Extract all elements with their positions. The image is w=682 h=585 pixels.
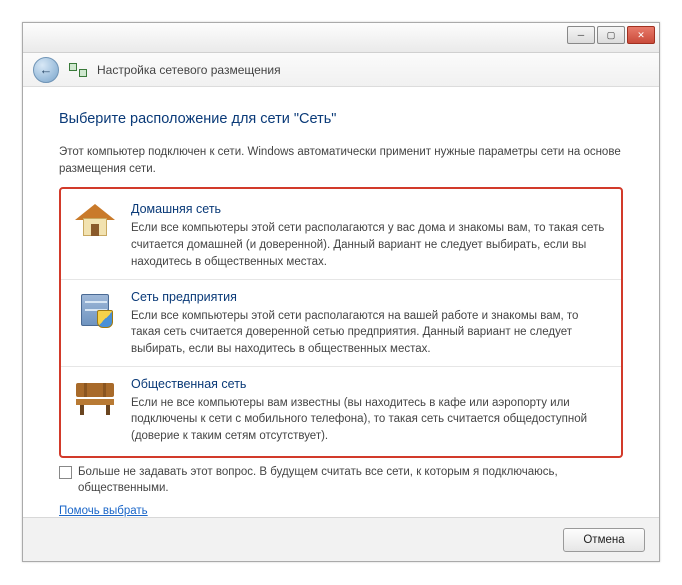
option-title: Домашняя сеть xyxy=(131,200,609,218)
option-body: Сеть предприятия Если все компьютеры это… xyxy=(131,288,609,358)
option-body: Общественная сеть Если не все компьютеры… xyxy=(131,375,609,445)
option-work-network[interactable]: Сеть предприятия Если все компьютеры это… xyxy=(61,280,621,367)
option-home-network[interactable]: Домашняя сеть Если все компьютеры этой с… xyxy=(61,192,621,279)
dialog-window: ─ ▢ ✕ ← Настройка сетевого размещения Вы… xyxy=(22,22,660,562)
network-icon xyxy=(69,63,87,77)
window-controls: ─ ▢ ✕ xyxy=(567,26,655,44)
nav-title: Настройка сетевого размещения xyxy=(97,63,281,77)
nav-bar: ← Настройка сетевого размещения xyxy=(23,53,659,87)
button-row: Отмена xyxy=(23,517,659,561)
close-button[interactable]: ✕ xyxy=(627,26,655,44)
option-desc: Если все компьютеры этой сети располагаю… xyxy=(131,308,609,358)
arrow-left-icon: ← xyxy=(40,62,53,77)
option-body: Домашняя сеть Если все компьютеры этой с… xyxy=(131,200,609,270)
option-desc: Если не все компьютеры вам известны (вы … xyxy=(131,395,609,445)
dont-ask-row: Больше не задавать этот вопрос. В будуще… xyxy=(59,464,623,497)
house-icon xyxy=(73,200,117,244)
dont-ask-checkbox[interactable] xyxy=(59,466,72,479)
content-area: Выберите расположение для сети "Сеть" Эт… xyxy=(23,87,659,538)
cancel-button[interactable]: Отмена xyxy=(563,528,645,552)
intro-text: Этот компьютер подключен к сети. Windows… xyxy=(59,144,623,177)
back-button[interactable]: ← xyxy=(33,57,59,83)
option-title: Общественная сеть xyxy=(131,375,609,393)
option-title: Сеть предприятия xyxy=(131,288,609,306)
page-heading: Выберите расположение для сети "Сеть" xyxy=(59,109,623,130)
server-icon xyxy=(73,288,117,332)
dont-ask-label: Больше не задавать этот вопрос. В будуще… xyxy=(78,464,623,497)
network-options-group: Домашняя сеть Если все компьютеры этой с… xyxy=(59,187,623,457)
maximize-button[interactable]: ▢ xyxy=(597,26,625,44)
minimize-button[interactable]: ─ xyxy=(567,26,595,44)
option-public-network[interactable]: Общественная сеть Если не все компьютеры… xyxy=(61,367,621,453)
option-desc: Если все компьютеры этой сети располагаю… xyxy=(131,220,609,270)
bench-icon xyxy=(73,375,117,419)
title-bar: ─ ▢ ✕ xyxy=(23,23,659,53)
